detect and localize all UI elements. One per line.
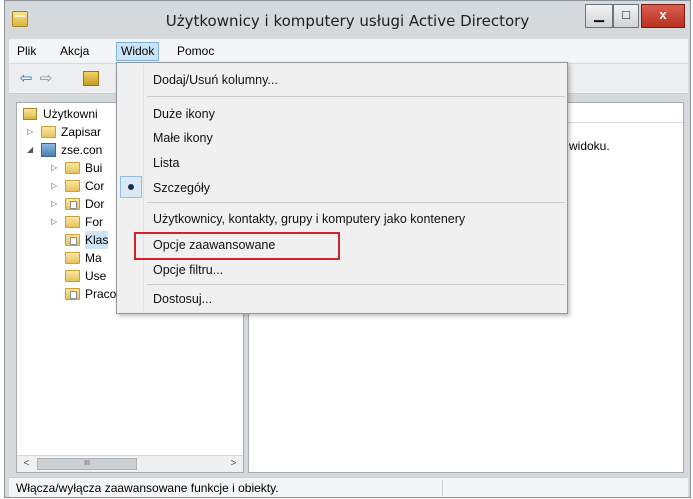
menu-item-users-as-containers[interactable]: Użytkownicy, kontakty, grupy i komputery… — [153, 208, 465, 230]
root-folder-icon — [23, 108, 37, 120]
menu-item-large-icons[interactable]: Duże ikony — [153, 103, 215, 125]
tree-item-label: zse.con — [61, 143, 103, 157]
horizontal-scrollbar[interactable]: < III > — [17, 455, 243, 472]
close-button[interactable]: x — [641, 4, 685, 28]
domain-icon — [41, 143, 56, 157]
highlight-annotation — [134, 232, 340, 260]
minimize-button[interactable]: ▁ — [585, 4, 613, 28]
menu-akcja[interactable]: Akcja — [55, 42, 94, 61]
tree-item-label: Bui — [85, 161, 103, 175]
title-bar[interactable]: Użytkownicy i komputery usługi Active Di… — [5, 1, 690, 39]
app-window: Użytkownicy i komputery usługi Active Di… — [4, 0, 691, 498]
tree-item-label: Use — [85, 269, 107, 283]
expand-icon[interactable]: ▷ — [51, 182, 59, 190]
status-text: Włącza/wyłącza zaawansowane funkcje i ob… — [16, 481, 279, 495]
scroll-right-icon[interactable]: > — [225, 457, 242, 471]
menu-pomoc[interactable]: Pomoc — [172, 42, 219, 61]
status-divider — [442, 480, 443, 496]
expand-icon[interactable]: ▷ — [51, 164, 59, 172]
menu-item-filter-options[interactable]: Opcje filtru... — [153, 259, 223, 281]
folder-icon — [65, 252, 80, 264]
menu-widok[interactable]: Widok — [116, 42, 160, 61]
tree-item-label: Ma — [85, 251, 102, 265]
menu-gutter — [143, 65, 144, 311]
folder-doc-icon — [65, 234, 80, 246]
maximize-button[interactable]: □ — [613, 4, 639, 28]
expand-icon[interactable]: ▷ — [27, 128, 35, 136]
menu-separator — [147, 96, 565, 97]
expand-icon[interactable]: ▷ — [51, 218, 59, 226]
tree-item-label: For — [85, 215, 103, 229]
folder-icon — [65, 216, 80, 228]
folder-icon — [41, 126, 56, 138]
checked-indicator — [120, 176, 142, 198]
tree-item-label: Cor — [85, 179, 105, 193]
folder-doc-icon — [65, 288, 80, 300]
arrow-right-icon[interactable]: ⇨ — [37, 71, 55, 87]
menu-item-small-icons[interactable]: Małe ikony — [153, 127, 213, 149]
menu-item-details[interactable]: Szczegóły — [153, 177, 210, 199]
tree-item-label: Użytkowni — [43, 107, 98, 121]
menu-plik[interactable]: Plik — [12, 42, 41, 61]
folder-doc-icon — [65, 198, 80, 210]
menu-separator — [147, 284, 565, 285]
scroll-thumb[interactable]: III — [37, 458, 137, 470]
expand-icon[interactable]: ▷ — [51, 200, 59, 208]
folder-up-icon[interactable] — [83, 71, 99, 86]
view-menu-dropdown: Dodaj/Usuń kolumny... Duże ikony Małe ik… — [116, 62, 568, 314]
menu-item-add-remove-columns[interactable]: Dodaj/Usuń kolumny... — [153, 69, 278, 91]
folder-icon — [65, 162, 80, 174]
menu-bar: Plik Akcja Widok Pomoc — [9, 39, 688, 63]
tree-item-label: Klas — [85, 231, 109, 249]
menu-item-list[interactable]: Lista — [153, 152, 179, 174]
tree-item-label: Dor — [85, 197, 105, 211]
details-message: widoku. — [569, 139, 610, 153]
arrow-left-icon[interactable]: ⇦ — [17, 71, 35, 87]
folder-icon — [65, 180, 80, 192]
collapse-icon[interactable]: ◢ — [27, 146, 35, 154]
radio-dot-icon — [128, 184, 134, 190]
tree-item-label: Zapisar — [61, 125, 102, 139]
status-bar: Włącza/wyłącza zaawansowane funkcje i ob… — [9, 477, 688, 497]
menu-separator — [147, 202, 565, 203]
scroll-left-icon[interactable]: < — [18, 457, 35, 471]
folder-icon — [65, 270, 80, 282]
menu-item-customize[interactable]: Dostosuj... — [153, 288, 212, 310]
